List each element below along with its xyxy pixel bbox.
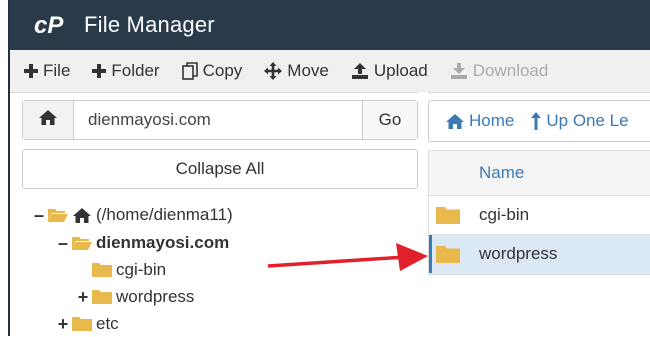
home-button[interactable] (23, 101, 74, 139)
move-label: Move (287, 61, 329, 80)
folder-icon (436, 245, 460, 264)
download-label: Download (472, 61, 549, 80)
new-folder-button[interactable]: Folder (92, 61, 160, 81)
page-title: File Manager (84, 12, 215, 37)
file-name: cgi-bin (479, 205, 530, 224)
folder-icon (72, 316, 92, 332)
tree-item-cgi-bin[interactable]: cgi-bin (92, 257, 166, 283)
copy-icon (181, 62, 198, 80)
directory-tree-pane: Go Collapse All – (/home/dienma11) – die… (10, 92, 418, 336)
path-navigation: Go (22, 100, 418, 140)
home-link-label: Home (469, 111, 515, 130)
app-header: cP File Manager (10, 0, 650, 50)
tree-item-label: dienmayosi.com (96, 233, 230, 252)
column-header-name[interactable]: Name (429, 151, 650, 196)
expand-toggle-icon[interactable]: + (76, 287, 90, 308)
folder-open-icon (72, 235, 92, 251)
tree-item-label: cgi-bin (116, 260, 167, 279)
file-navigation-bar: Home Up One Le (428, 100, 650, 142)
folder-open-icon (48, 207, 68, 223)
path-input[interactable] (74, 101, 362, 139)
file-table: Name cgi-bin wordpress (428, 150, 650, 275)
upload-button[interactable]: Upload (351, 61, 428, 81)
collapse-all-button[interactable]: Collapse All (22, 149, 418, 189)
tree-item-wordpress[interactable]: + wordpress (76, 284, 195, 310)
collapse-toggle-icon[interactable]: – (56, 233, 70, 254)
tree-item-label: wordpress (116, 287, 195, 306)
new-file-button[interactable]: File (24, 61, 70, 81)
tree-item-label: etc (96, 314, 119, 333)
table-row-selected[interactable]: wordpress (429, 235, 650, 274)
cpanel-logo-icon[interactable]: cP (34, 11, 74, 39)
upload-label: Upload (373, 61, 428, 80)
folder-icon (436, 206, 460, 225)
expand-toggle-icon[interactable]: + (56, 314, 70, 335)
plus-icon (92, 64, 107, 78)
up-one-level-label: Up One Le (546, 111, 629, 130)
file-list-pane: Home Up One Le Name cgi-bin wordpress (428, 92, 650, 336)
move-arrows-icon (264, 62, 283, 80)
up-one-level-link[interactable]: Up One Le (530, 111, 629, 131)
folder-icon (92, 262, 112, 278)
move-button[interactable]: Move (264, 61, 329, 81)
window-edge (0, 0, 10, 336)
plus-icon (24, 64, 38, 78)
toolbar: File Folder Copy Move Upload Download (10, 50, 650, 93)
file-name: wordpress (479, 244, 558, 263)
home-link[interactable]: Home (445, 111, 514, 131)
home-icon (38, 109, 58, 131)
download-button[interactable]: Download (450, 61, 549, 81)
upload-icon (351, 62, 369, 80)
copy-label: Copy (202, 61, 243, 80)
copy-button[interactable]: Copy (181, 61, 243, 81)
new-folder-label: Folder (111, 61, 160, 80)
home-icon (445, 113, 465, 130)
tree-item-etc[interactable]: + etc (56, 311, 119, 337)
collapse-toggle-icon[interactable]: – (32, 205, 46, 226)
new-file-label: File (43, 61, 71, 80)
tree-item-dienmayosi[interactable]: – dienmayosi.com (56, 230, 229, 256)
level-up-icon (530, 112, 542, 130)
svg-text:cP: cP (34, 12, 64, 38)
pane-divider (418, 92, 428, 336)
tree-item-label: (/home/dienma11) (96, 205, 233, 224)
go-button[interactable]: Go (362, 101, 417, 139)
home-icon (72, 207, 92, 224)
folder-icon (92, 289, 112, 305)
download-icon (450, 62, 468, 80)
table-row[interactable]: cgi-bin (429, 196, 650, 235)
tree-item-home[interactable]: – (/home/dienma11) (32, 202, 233, 228)
